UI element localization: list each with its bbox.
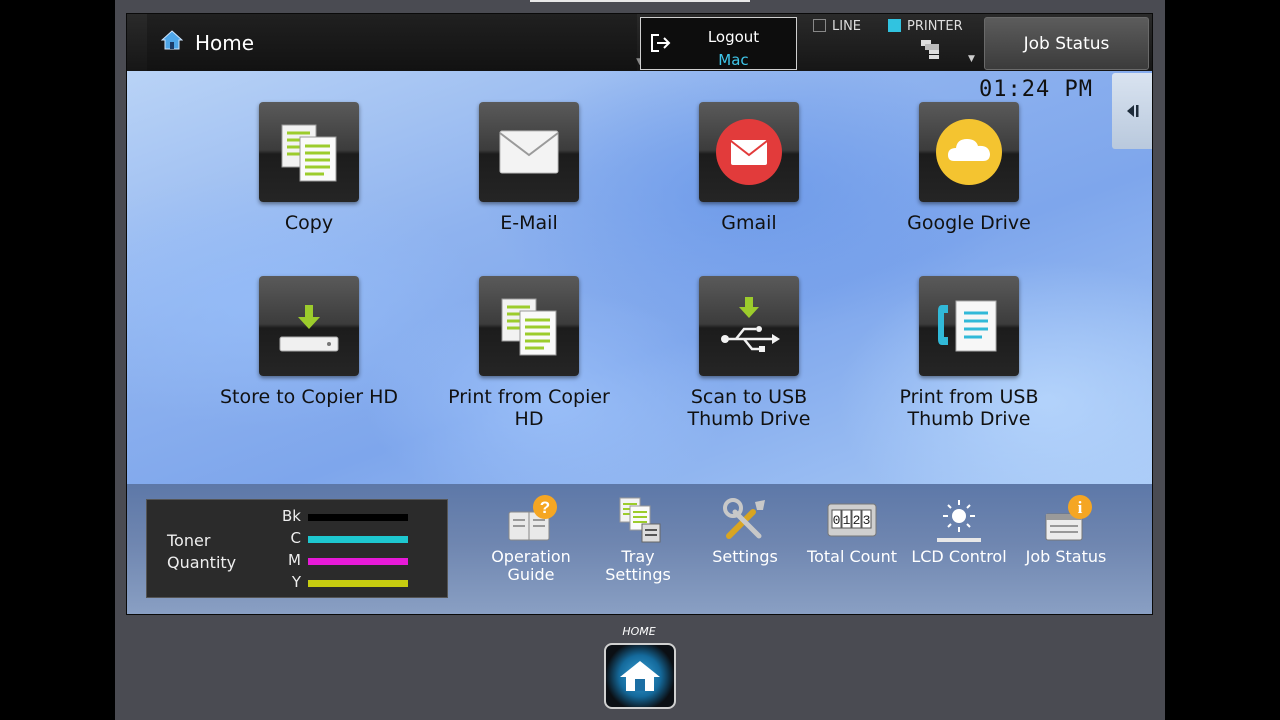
store-hd-icon xyxy=(259,276,359,376)
toner-label: M xyxy=(288,551,301,569)
app-google-drive[interactable]: Google Drive xyxy=(879,102,1059,234)
top-slot xyxy=(530,0,750,2)
collapse-arrow-icon xyxy=(1127,105,1139,117)
logout-button[interactable]: Logout Mac xyxy=(640,17,797,70)
printer-status-box xyxy=(888,19,901,32)
home-icon xyxy=(161,30,183,50)
job-status-button[interactable]: Job Status xyxy=(984,17,1149,70)
app-email[interactable]: E-Mail xyxy=(439,102,619,234)
home-icon xyxy=(620,661,660,691)
util-label: Tray Settings xyxy=(605,547,671,584)
util-label: Settings xyxy=(712,547,778,566)
home-app-area: 01:24 PM Copy E-Mail Gmail Google Drive … xyxy=(127,71,1152,484)
line-indicator: LINE xyxy=(813,19,861,34)
lcd-control-icon xyxy=(909,492,1009,548)
app-store-to-copier-hd[interactable]: Store to Copier HD xyxy=(219,276,399,408)
google-drive-icon xyxy=(919,102,1019,202)
app-print-from-usb[interactable]: Print from USB Thumb Drive xyxy=(879,276,1059,430)
top-bar: Home ▼ Logout Mac LINE PRINTER ▼ Job Sta… xyxy=(127,14,1152,71)
toner-label: Y xyxy=(291,573,301,591)
util-label: LCD Control xyxy=(911,547,1007,566)
home-hardware-button[interactable] xyxy=(604,643,676,709)
printer-indicator: PRINTER xyxy=(888,19,963,34)
app-label: Gmail xyxy=(721,212,777,234)
home-hardware-label: HOME xyxy=(622,625,656,638)
app-gmail[interactable]: Gmail xyxy=(659,102,839,234)
util-label: Operation Guide xyxy=(491,547,571,584)
svg-text:2: 2 xyxy=(853,513,861,528)
util-label: Total Count xyxy=(807,547,897,566)
total-count-icon: 0123 xyxy=(802,492,902,548)
operation-guide-icon: ? xyxy=(481,492,581,548)
printer-icon[interactable] xyxy=(919,38,945,60)
lcd-control-button[interactable]: LCD Control xyxy=(909,492,1009,566)
scan-usb-icon xyxy=(699,276,799,376)
app-label: Scan to USB Thumb Drive xyxy=(687,386,811,430)
printer-label: PRINTER xyxy=(907,19,963,34)
toner-row-m: M xyxy=(147,551,447,571)
app-copy[interactable]: Copy xyxy=(219,102,399,234)
toner-level-bar xyxy=(308,536,408,543)
svg-text:1: 1 xyxy=(843,513,851,528)
app-print-from-copier-hd[interactable]: Print from Copier HD xyxy=(439,276,619,430)
gmail-icon xyxy=(699,102,799,202)
app-label: Print from Copier HD xyxy=(448,386,610,430)
logout-label: Logout xyxy=(707,28,760,46)
line-label: LINE xyxy=(832,19,862,34)
util-label: Job Status xyxy=(1025,547,1107,566)
svg-text:0: 0 xyxy=(833,513,841,528)
user-name: Mac xyxy=(718,51,749,69)
svg-text:3: 3 xyxy=(863,513,871,528)
email-icon xyxy=(479,102,579,202)
line-status-box xyxy=(813,19,826,32)
app-scan-to-usb[interactable]: Scan to USB Thumb Drive xyxy=(659,276,839,430)
job-status-icon: i xyxy=(1016,492,1116,548)
print-usb-icon xyxy=(919,276,1019,376)
total-count-button[interactable]: 0123 Total Count xyxy=(802,492,902,566)
toner-level-bar xyxy=(308,558,408,565)
side-panel-tab[interactable] xyxy=(1112,73,1152,149)
tray-settings-icon xyxy=(588,492,688,548)
app-label: Print from USB Thumb Drive xyxy=(899,386,1039,430)
copy-icon xyxy=(259,102,359,202)
toner-level-bar xyxy=(308,514,408,521)
job-status-utility-button[interactable]: i Job Status xyxy=(1016,492,1116,566)
app-label: Store to Copier HD xyxy=(219,386,399,408)
toner-row-y: Y xyxy=(147,573,447,593)
operation-guide-button[interactable]: ? Operation Guide xyxy=(481,492,581,584)
app-label: E-Mail xyxy=(500,212,558,234)
toner-quantity-panel: Toner Quantity Bk C M Y xyxy=(146,499,448,598)
app-label: Google Drive xyxy=(907,212,1031,234)
app-label: Copy xyxy=(284,212,334,234)
touch-screen: Home ▼ Logout Mac LINE PRINTER ▼ Job Sta… xyxy=(126,13,1153,615)
settings-button[interactable]: Settings xyxy=(695,492,795,566)
toner-label: C xyxy=(290,529,301,547)
utility-bar: Toner Quantity Bk C M Y ? Operation Guid… xyxy=(127,484,1152,614)
print-hd-icon xyxy=(479,276,579,376)
toner-label: Bk xyxy=(282,507,301,525)
clock: 01:24 PM xyxy=(979,77,1093,102)
toner-row-bk: Bk xyxy=(147,507,447,527)
chevron-down-icon[interactable]: ▼ xyxy=(968,54,975,64)
settings-icon xyxy=(695,492,795,548)
svg-text:i: i xyxy=(1078,498,1083,517)
toner-row-c: C xyxy=(147,529,447,549)
toner-level-bar xyxy=(308,580,408,587)
home-tab[interactable]: Home ▼ xyxy=(147,14,643,71)
svg-text:?: ? xyxy=(540,498,550,517)
tray-settings-button[interactable]: Tray Settings xyxy=(588,492,688,584)
page-title: Home xyxy=(195,31,255,55)
